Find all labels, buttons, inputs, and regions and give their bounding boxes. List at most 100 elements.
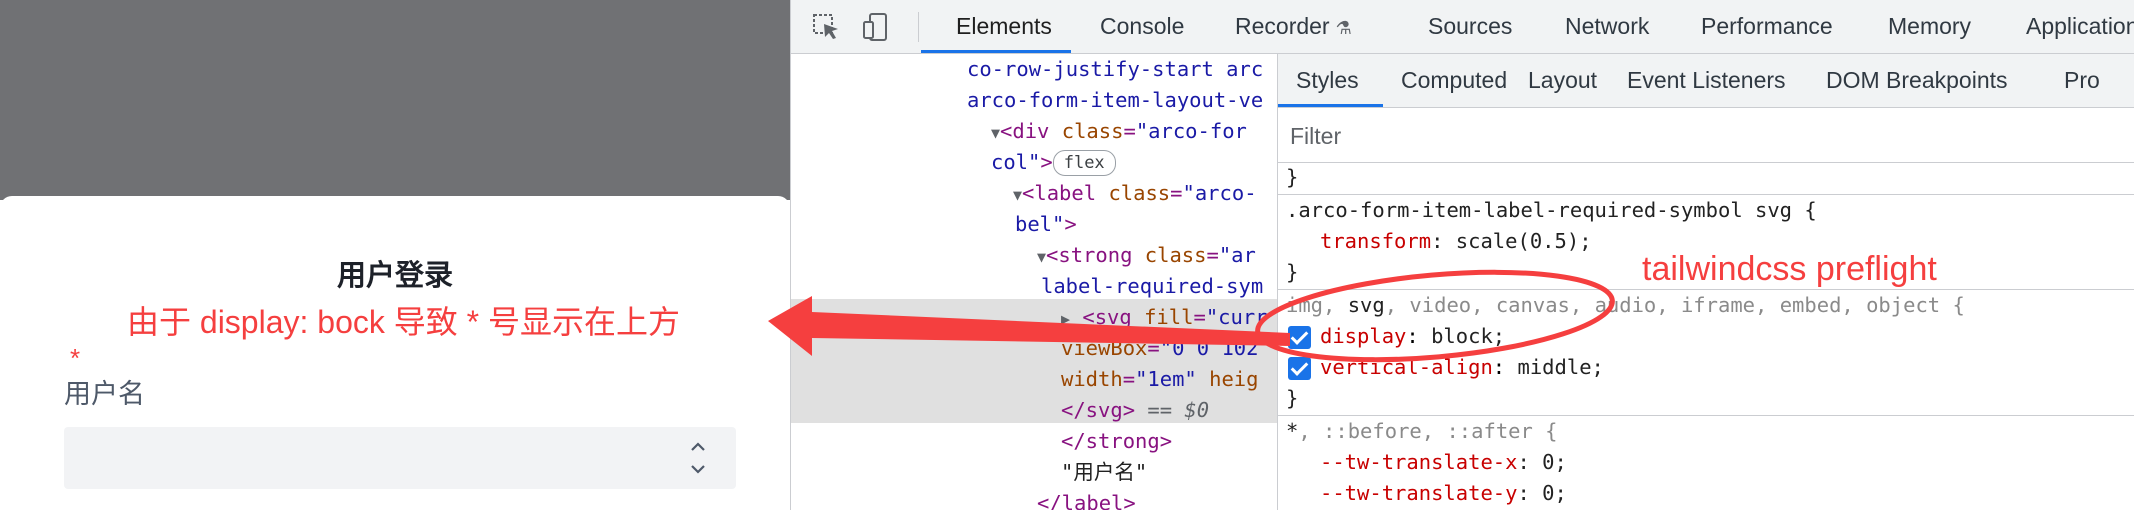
tab-network[interactable]: Network bbox=[1565, 0, 1649, 53]
tailwind-preflight-annotation: tailwindcss preflight bbox=[1642, 250, 1937, 288]
tab-computed[interactable]: Computed bbox=[1401, 54, 1507, 107]
css-value: 0; bbox=[1542, 481, 1567, 505]
dom-tag: > bbox=[1040, 150, 1053, 174]
tab-application[interactable]: Application bbox=[2026, 0, 2134, 53]
active-subtab-indicator bbox=[1278, 104, 1383, 107]
css-declaration[interactable]: --tw-translate-y: 0; bbox=[1320, 478, 1567, 509]
css-brace: } bbox=[1286, 260, 1299, 284]
dom-attr-value: "arco- bbox=[1182, 181, 1257, 205]
dom-line[interactable]: col"> flex bbox=[991, 147, 1116, 178]
dom-text: "用户名" bbox=[1061, 460, 1148, 484]
selected-ref: == $0 bbox=[1135, 398, 1210, 422]
expand-triangle-icon[interactable]: ▼ bbox=[1013, 186, 1022, 204]
css-property: transform bbox=[1320, 229, 1432, 253]
chevron-up-down-icon[interactable] bbox=[688, 439, 708, 477]
dom-attr-value: "1em" bbox=[1135, 367, 1197, 391]
dom-tree: co-row-justify-start arc arco-form-item-… bbox=[791, 54, 1277, 510]
login-modal: 用户登录 由于 display: bock 导致 * 号显示在上方 * 用户名 bbox=[0, 196, 790, 510]
tab-dom-breakpoints[interactable]: DOM Breakpoints bbox=[1826, 54, 2008, 107]
tab-memory[interactable]: Memory bbox=[1888, 0, 1971, 53]
expand-triangle-icon[interactable]: ▼ bbox=[991, 124, 1000, 142]
dom-line[interactable]: viewBox="0 0 102 bbox=[1061, 333, 1259, 364]
dom-tag: </svg> bbox=[1061, 398, 1136, 422]
css-property: vertical-align bbox=[1320, 355, 1493, 379]
css-selector-part: img, bbox=[1286, 293, 1348, 317]
dom-attr: width bbox=[1061, 367, 1123, 391]
css-selector-part: , ::before, ::after { bbox=[1298, 419, 1558, 443]
username-label: 用户名 bbox=[64, 379, 145, 409]
dom-line[interactable]: width="1em" heig bbox=[1061, 364, 1259, 395]
tab-console[interactable]: Console bbox=[1100, 0, 1184, 53]
dom-attr-value: label-required-sym bbox=[1041, 274, 1264, 298]
dom-attr: class bbox=[1144, 243, 1207, 267]
dom-tag: <label bbox=[1022, 181, 1109, 205]
dom-attr: class bbox=[1061, 119, 1124, 143]
dom-attr-value: col" bbox=[991, 150, 1041, 174]
required-asterisk: * bbox=[70, 343, 81, 373]
css-property: --tw-translate-y bbox=[1320, 481, 1518, 505]
display-checkbox[interactable] bbox=[1288, 326, 1311, 349]
dom-line[interactable]: co-row-justify-start arc bbox=[967, 54, 1263, 85]
css-declaration[interactable]: display: block; bbox=[1320, 321, 1505, 352]
dom-tag: </strong> bbox=[1061, 429, 1173, 453]
dom-attr-value: "0 0 102 bbox=[1159, 336, 1259, 360]
css-selector[interactable]: .arco-form-item-label-required-symbol sv… bbox=[1286, 195, 1817, 226]
dom-node-label[interactable]: ▼<label class="arco- bbox=[1013, 178, 1257, 209]
tab-styles[interactable]: Styles bbox=[1296, 54, 1359, 107]
css-selector[interactable]: img, svg, video, canvas, audio, iframe, … bbox=[1286, 290, 1965, 321]
dom-node-strong[interactable]: ▼<strong class="ar bbox=[1037, 240, 1256, 271]
dom-line[interactable]: </strong> bbox=[1061, 426, 1172, 457]
active-tab-indicator bbox=[921, 50, 1071, 53]
device-toolbar-icon[interactable] bbox=[861, 12, 891, 42]
dom-line[interactable]: label-required-sym bbox=[1041, 271, 1263, 302]
tab-sources[interactable]: Sources bbox=[1428, 0, 1512, 53]
dom-tag: > bbox=[1064, 212, 1077, 236]
css-property: display bbox=[1320, 324, 1407, 348]
css-selector-match: * bbox=[1286, 419, 1299, 443]
tab-recorder[interactable]: Recorder ⚗ bbox=[1235, 0, 1352, 53]
css-value: 0; bbox=[1542, 450, 1567, 474]
dom-text-node[interactable]: "用户名" bbox=[1061, 457, 1147, 488]
flex-badge[interactable]: flex bbox=[1052, 150, 1116, 176]
dom-node-div[interactable]: ▼<div class="arco-for bbox=[991, 116, 1247, 147]
dom-node-svg[interactable]: ▶ <svg fill="curr bbox=[1061, 302, 1268, 333]
css-selector[interactable]: *, ::before, ::after { bbox=[1286, 416, 1558, 447]
page-preview: 用户登录 由于 display: bock 导致 * 号显示在上方 * 用户名 bbox=[0, 0, 790, 510]
vertical-align-checkbox[interactable] bbox=[1288, 357, 1311, 380]
tab-properties[interactable]: Pro bbox=[2064, 54, 2100, 107]
css-declaration[interactable]: vertical-align: middle; bbox=[1320, 352, 1604, 383]
tab-performance[interactable]: Performance bbox=[1701, 0, 1833, 53]
annotation-note: 由于 display: bock 导致 * 号显示在上方 bbox=[127, 304, 681, 340]
css-declaration[interactable]: transform: scale(0.5); bbox=[1320, 226, 1592, 257]
dom-attr-value: arco-form-item-layout-ve bbox=[967, 88, 1264, 112]
dom-attr: heig bbox=[1196, 367, 1259, 391]
login-title: 用户登录 bbox=[336, 260, 453, 292]
inspect-element-icon[interactable] bbox=[811, 12, 841, 42]
expand-triangle-icon[interactable]: ▼ bbox=[1037, 248, 1046, 266]
tab-layout[interactable]: Layout bbox=[1528, 54, 1597, 107]
flask-icon: ⚗ bbox=[1335, 18, 1352, 38]
tab-elements[interactable]: Elements bbox=[956, 0, 1052, 53]
dom-attr-value: "arco-for bbox=[1135, 119, 1247, 143]
dom-line[interactable]: bel"> bbox=[1015, 209, 1077, 240]
filter-bar bbox=[1278, 108, 2134, 163]
username-select-input[interactable] bbox=[64, 427, 736, 489]
devtools-main-toolbar: Elements Console Recorder ⚗ Sources Netwo… bbox=[791, 0, 2134, 54]
dom-tag: <strong bbox=[1046, 243, 1145, 267]
css-selector-part: , video, canvas, audio, iframe, embed, o… bbox=[1384, 293, 1965, 317]
styles-subtoolbar: Styles Computed Layout Event Listeners D… bbox=[1278, 54, 2134, 108]
css-brace: } bbox=[1286, 386, 1299, 410]
dom-line[interactable]: arco-form-item-layout-ve bbox=[967, 85, 1263, 116]
dom-attr: class bbox=[1108, 181, 1171, 205]
tab-event-listeners[interactable]: Event Listeners bbox=[1627, 54, 1786, 107]
css-declaration[interactable]: --tw-translate-x: 0; bbox=[1320, 447, 1567, 478]
dom-line[interactable]: </label> bbox=[1037, 488, 1136, 510]
toolbar-separator bbox=[918, 12, 919, 42]
dom-attr-value: "ar bbox=[1218, 243, 1256, 267]
dom-line[interactable]: </svg> == $0 bbox=[1061, 395, 1209, 426]
collapse-triangle-icon[interactable]: ▶ bbox=[1061, 310, 1070, 328]
modal-backdrop[interactable] bbox=[0, 0, 790, 200]
dom-attr-value: co-row-justify-start arc bbox=[967, 57, 1264, 81]
dom-attr: viewBox bbox=[1061, 336, 1148, 360]
styles-filter-input[interactable] bbox=[1288, 120, 2112, 152]
